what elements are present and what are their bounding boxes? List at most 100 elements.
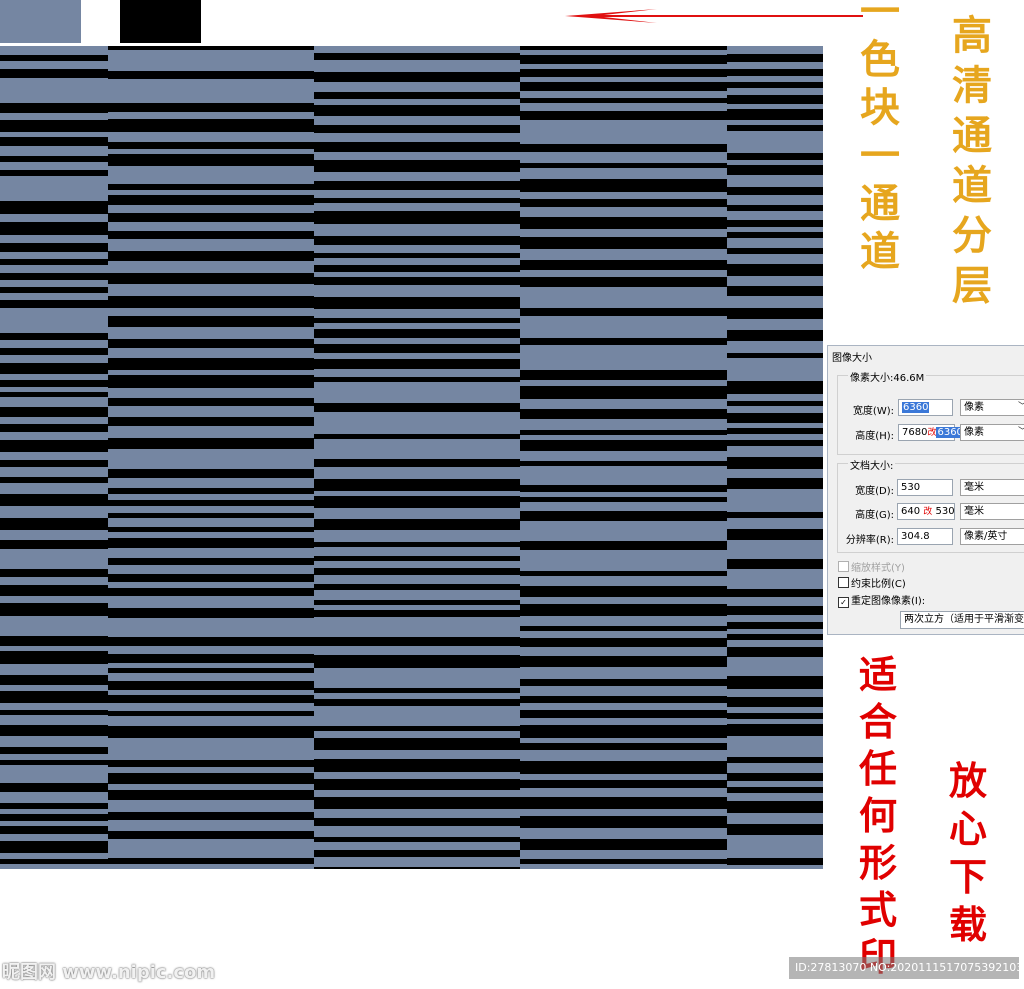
pattern-stripe	[520, 380, 727, 386]
pixel-height-unit-select[interactable]: 像素﹀	[960, 424, 1024, 441]
pattern-stripe	[314, 369, 520, 377]
pattern-stripe	[0, 397, 108, 407]
pattern-stripe	[727, 629, 823, 634]
doc-width-label: 宽度(D):	[855, 486, 894, 497]
pattern-stripe	[314, 116, 520, 125]
pixel-width-input[interactable]: 6360	[898, 399, 953, 416]
pattern-stripe	[520, 435, 727, 440]
pixel-width-unit-select[interactable]: 像素﹀	[960, 399, 1024, 416]
doc-width-input[interactable]: 530	[897, 479, 953, 496]
pattern-stripe	[314, 547, 520, 556]
pattern-stripe	[727, 394, 823, 401]
pattern-stripe	[520, 192, 727, 199]
pixel-height-input[interactable]: 7680改6360	[898, 424, 964, 441]
pattern-stripe	[727, 707, 823, 713]
pattern-stripe	[520, 703, 727, 710]
resolution-input[interactable]: 304.8	[897, 528, 953, 545]
pattern-stripe	[314, 412, 520, 434]
pattern-stripe	[520, 738, 727, 743]
pattern-stripe	[314, 857, 520, 867]
pattern-stripe	[520, 550, 727, 571]
pattern-stripe	[108, 166, 314, 184]
pattern-stripe	[108, 518, 314, 527]
pattern-stripe	[108, 406, 314, 417]
scale-styles-checkbox[interactable]: 缩放样式(Y)	[838, 559, 905, 574]
pattern-stripe	[314, 617, 520, 637]
pattern-stripe	[108, 327, 314, 339]
pattern-stripe	[520, 168, 727, 179]
constrain-proportions-checkbox[interactable]: 约束比例(C)	[838, 575, 906, 590]
pattern-stripe	[314, 272, 520, 277]
pattern-stripe	[727, 406, 823, 413]
pattern-stripe	[0, 821, 108, 826]
pattern-stripe	[727, 835, 823, 858]
pattern-stripe	[108, 690, 314, 695]
constrain-proportions-label: 约束比例(C)	[851, 579, 906, 590]
pattern-stripe	[520, 419, 727, 430]
pattern-stripe	[314, 750, 520, 759]
label-fit-any-print: 适合任何形式印	[848, 656, 908, 976]
pattern-stripe	[0, 467, 108, 477]
pattern-stripe	[0, 417, 108, 424]
pattern-stripe	[520, 120, 727, 144]
pattern-stripe	[0, 664, 108, 675]
pattern-stripe	[727, 569, 823, 589]
pattern-stripe	[520, 686, 727, 696]
pattern-stripe	[520, 750, 727, 761]
pattern-stripe	[0, 214, 108, 222]
label-one-block-char: 色	[860, 36, 900, 83]
pattern-stripe	[314, 133, 520, 142]
pattern-stripe	[727, 689, 823, 697]
pattern-stripe	[314, 575, 520, 584]
chevron-down-icon: ﹀	[1018, 425, 1024, 440]
resample-label: 重定图像像素(I):	[851, 596, 926, 607]
resample-checkbox[interactable]: ✓ 重定图像像素(I):	[838, 592, 925, 608]
label-one-block-char: 道	[860, 228, 900, 275]
pattern-stripe	[0, 765, 108, 783]
pattern-stripe	[520, 864, 727, 869]
pattern-stripe	[0, 387, 108, 392]
pattern-stripe	[727, 763, 823, 773]
pattern-stripe	[108, 864, 314, 869]
pattern-stripe	[727, 640, 823, 647]
watermark-id: ID:27813070 NO:20201115170753921036	[789, 957, 1024, 979]
pattern-stripe	[727, 434, 823, 440]
pattern-stripe	[0, 146, 108, 156]
resample-method-select[interactable]: 两次立方（适用于平滑渐变	[900, 611, 1024, 629]
chevron-down-icon: ﹀	[1018, 400, 1024, 415]
pattern-stripe	[727, 358, 823, 381]
pattern-stripe	[727, 736, 823, 757]
pattern-stripe	[0, 834, 108, 841]
pattern-stripe	[314, 439, 520, 459]
pattern-stripe	[314, 152, 520, 160]
doc-width-unit-select[interactable]: 毫米	[960, 479, 1024, 496]
label-fit-char: 形	[858, 840, 897, 885]
pattern-stripe	[520, 828, 727, 839]
pattern-stripe	[0, 308, 108, 333]
pattern-stripe	[0, 162, 108, 170]
pattern-stripe	[0, 853, 108, 859]
pattern-stripe	[727, 160, 823, 165]
label-fit-char: 任	[858, 746, 897, 791]
pattern-stripe	[0, 703, 108, 710]
pattern-stripe	[520, 399, 727, 409]
pattern-stripe	[520, 631, 727, 638]
doc-height-input[interactable]: 640 改 530	[897, 503, 955, 520]
label-fit-char: 式	[858, 887, 897, 932]
pattern-stripe	[314, 809, 520, 818]
pattern-stripe	[520, 152, 727, 163]
label-safe-char: 载	[948, 902, 987, 947]
pattern-stripe	[314, 285, 520, 297]
stripe-pattern	[0, 46, 823, 869]
label-hd-char: 分	[952, 212, 992, 259]
pattern-stripe	[520, 229, 727, 237]
pattern-stripe	[108, 820, 314, 831]
pattern-stripe	[0, 46, 108, 55]
pattern-stripe	[314, 646, 520, 655]
resolution-unit-select[interactable]: 像素/英寸	[960, 528, 1024, 545]
pattern-stripe	[0, 792, 108, 803]
label-hd-char: 层	[952, 262, 992, 309]
pattern-stripe	[314, 46, 520, 53]
doc-height-unit-select[interactable]: 毫米	[960, 503, 1024, 520]
pattern-stripe	[314, 309, 520, 318]
